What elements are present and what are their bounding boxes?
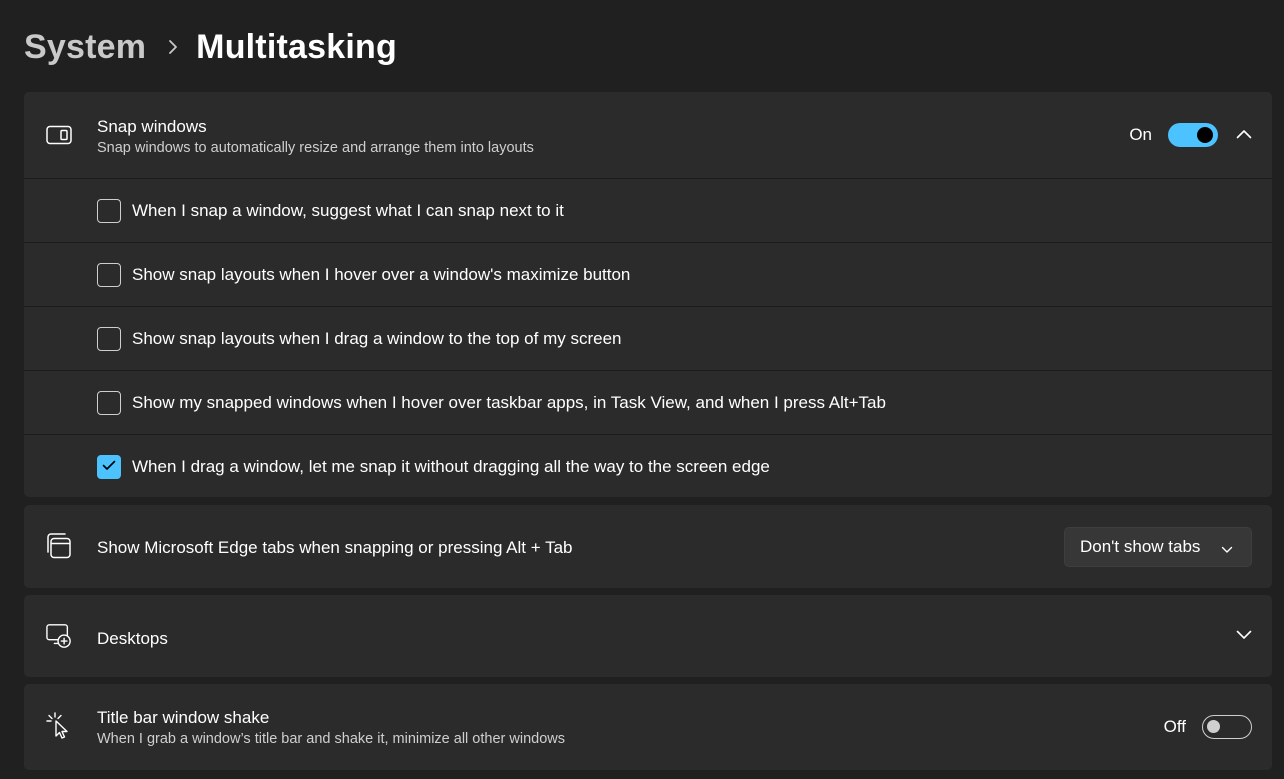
expand-button[interactable] [1224, 616, 1264, 656]
title-bar-shake-title: Title bar window shake [97, 708, 270, 727]
snap-option-checkbox[interactable] [97, 262, 121, 287]
chevron-down-icon [1236, 627, 1252, 645]
snap-option-row[interactable]: When I drag a window, let me snap it wit… [24, 434, 1272, 498]
snap-option-checkbox-checked[interactable] [97, 454, 121, 479]
snap-windows-header[interactable]: Snap windows Snap windows to automatical… [24, 92, 1272, 178]
snap-option-row[interactable]: Show snap layouts when I drag a window t… [24, 306, 1272, 370]
snap-option-checkbox[interactable] [97, 198, 121, 223]
snap-option-label: Show snap layouts when I drag a window t… [132, 328, 622, 348]
snap-windows-state-label: On [1129, 125, 1152, 144]
snap-option-label: When I snap a window, suggest what I can… [132, 200, 564, 220]
title-bar-shake-card: Title bar window shake When I grab a win… [24, 684, 1272, 770]
snap-windows-card: Snap windows Snap windows to automatical… [24, 92, 1272, 497]
edge-tabs-card: Show Microsoft Edge tabs when snapping o… [24, 505, 1272, 588]
desktops-icon [46, 623, 72, 649]
snap-windows-icon [46, 122, 72, 148]
snap-windows-description: Snap windows to automatically resize and… [97, 140, 534, 156]
edge-tabs-dropdown-value: Don't show tabs [1080, 537, 1201, 556]
collapse-button[interactable] [1224, 115, 1264, 155]
title-bar-shake-state-label: Off [1163, 717, 1186, 736]
chevron-down-icon [1221, 541, 1233, 559]
title-bar-shake-toggle[interactable] [1202, 715, 1252, 739]
snap-windows-toggle[interactable] [1168, 123, 1218, 147]
window-shake-icon [46, 712, 72, 739]
snap-option-label: Show snap layouts when I hover over a wi… [132, 264, 631, 284]
breadcrumb: System Multitasking [24, 24, 397, 70]
title-bar-shake-description: When I grab a window’s title bar and sha… [97, 731, 565, 747]
desktops-title: Desktops [97, 629, 168, 648]
desktops-card[interactable]: Desktops [24, 595, 1272, 677]
snap-option-label: Show my snapped windows when I hover ove… [132, 392, 886, 412]
checkmark-icon [102, 458, 116, 476]
edge-tabs-icon [46, 533, 72, 559]
page-title: Multitasking [196, 27, 397, 66]
snap-option-checkbox[interactable] [97, 390, 121, 415]
chevron-right-icon [168, 39, 178, 55]
snap-option-row[interactable]: Show my snapped windows when I hover ove… [24, 370, 1272, 434]
snap-option-row[interactable]: When I snap a window, suggest what I can… [24, 178, 1272, 242]
breadcrumb-system[interactable]: System [24, 28, 146, 67]
edge-tabs-dropdown[interactable]: Don't show tabs [1064, 527, 1252, 567]
edge-tabs-title: Show Microsoft Edge tabs when snapping o… [97, 538, 573, 557]
chevron-up-icon [1236, 126, 1252, 144]
snap-option-row[interactable]: Show snap layouts when I hover over a wi… [24, 242, 1272, 306]
snap-option-label: When I drag a window, let me snap it wit… [132, 456, 770, 476]
snap-option-checkbox[interactable] [97, 326, 121, 351]
snap-windows-title: Snap windows [97, 117, 207, 136]
